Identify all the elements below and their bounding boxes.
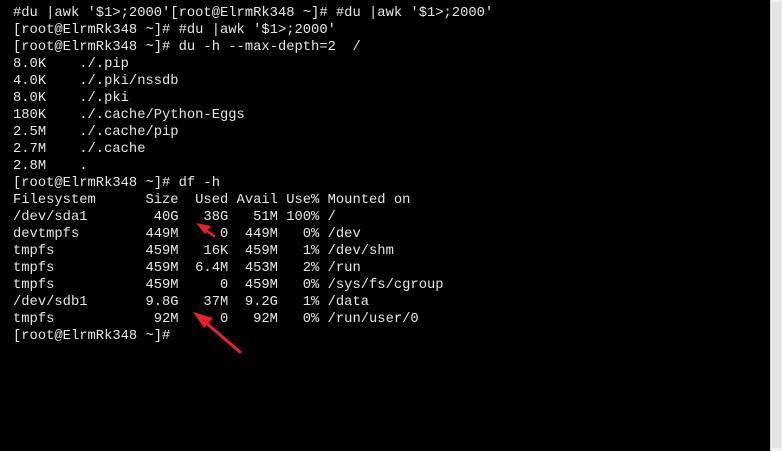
df-row-sda1: /dev/sda1 40G 38G 51M 100% /: [13, 210, 336, 225]
terminal-output: #du |awk '$1>;2000'[root@ElrmRk348 ~]# #…: [13, 5, 493, 345]
df-row-tmpfs-shm: tmpfs 459M 16K 459M 1% /dev/shm: [13, 244, 394, 259]
terminal-line: 2.7M ./.cache: [13, 142, 146, 157]
df-row-tmpfs-user: tmpfs 92M 0 92M 0% /run/user/0: [13, 312, 419, 327]
terminal-line: 180K ./.cache/Python-Eggs: [13, 108, 245, 123]
df-row-sdb1: /dev/sdb1 9.8G 37M 9.2G 1% /data: [13, 295, 370, 310]
terminal-line: 8.0K ./.pip: [13, 57, 129, 72]
terminal-window[interactable]: #du |awk '$1>;2000'[root@ElrmRk348 ~]# #…: [0, 0, 771, 451]
terminal-line: [root@ElrmRk348 ~]# du -h --max-depth=2 …: [13, 40, 361, 55]
df-row-tmpfs-cgroup: tmpfs 459M 0 459M 0% /sys/fs/cgroup: [13, 278, 444, 293]
df-row-tmpfs-run: tmpfs 459M 6.4M 453M 2% /run: [13, 261, 361, 276]
vertical-scrollbar[interactable]: [770, 0, 782, 451]
scrollbar-thumb[interactable]: [772, 2, 781, 448]
prompt-line: [root@ElrmRk348 ~]#: [13, 329, 171, 344]
terminal-line: #du |awk '$1>;2000'[root@ElrmRk348 ~]# #…: [13, 6, 494, 21]
terminal-line: [root@ElrmRk348 ~]# #du |awk '$1>;2000': [13, 23, 336, 38]
terminal-line: [root@ElrmRk348 ~]# df -h: [13, 176, 220, 191]
terminal-line: 8.0K ./.pki: [13, 91, 129, 106]
terminal-line: 2.5M ./.cache/pip: [13, 125, 179, 140]
df-header-line: Filesystem Size Used Avail Use% Mounted …: [13, 193, 411, 208]
terminal-line: 2.8M .: [13, 159, 88, 174]
df-row-devtmpfs: devtmpfs 449M 0 449M 0% /dev: [13, 227, 361, 242]
terminal-line: 4.0K ./.pki/nssdb: [13, 74, 179, 89]
